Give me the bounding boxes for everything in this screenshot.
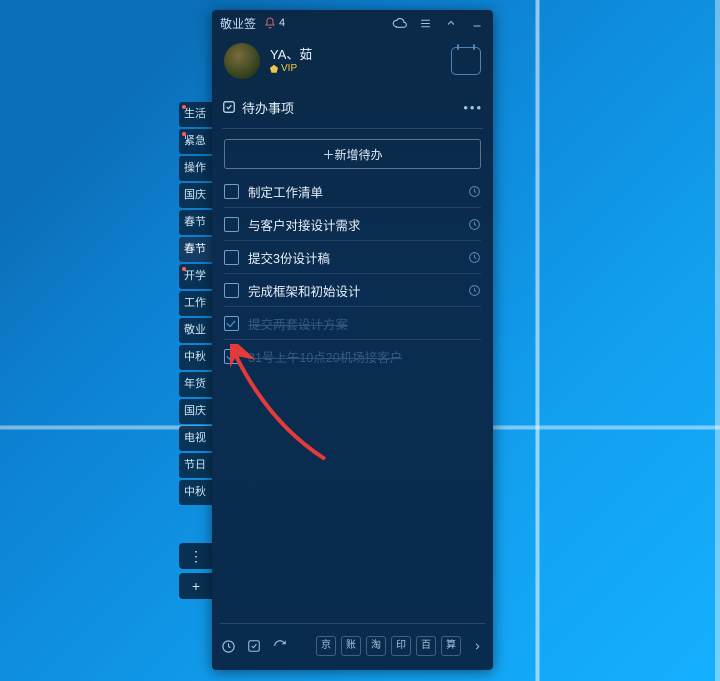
side-tab[interactable]: 中秋 [179, 345, 212, 370]
chevron-right-icon [472, 641, 483, 652]
side-tab[interactable]: 紧急 [179, 129, 212, 154]
side-tab[interactable]: 春节 [179, 237, 212, 262]
more-vertical-icon: ⋮ [189, 548, 203, 565]
side-tab[interactable]: 国庆 [179, 183, 212, 208]
side-tabs-more-button[interactable]: ⋮ [179, 543, 213, 569]
notification-count: 4 [279, 17, 285, 29]
side-tabs-add-button[interactable]: + [179, 573, 213, 599]
side-tab[interactable]: 敬业 [179, 318, 212, 343]
todo-reminder-button[interactable] [468, 218, 481, 231]
bottom-checkbox-button[interactable] [246, 638, 262, 654]
section-title: 待办事项 [242, 98, 463, 117]
avatar[interactable] [224, 43, 260, 79]
todo-row[interactable]: 提交3份设计稿 [224, 241, 481, 274]
side-tab[interactable]: 中秋 [179, 480, 212, 505]
bottom-clock-button[interactable] [220, 638, 236, 654]
bottom-toolbar: 京账淘印百算 [220, 623, 485, 664]
bottom-chip[interactable]: 京 [316, 636, 336, 656]
section-header: 待办事项 ••• [222, 92, 483, 129]
bell-icon [264, 17, 276, 29]
bottom-refresh-button[interactable] [272, 638, 288, 654]
todo-text: 提交3份设计稿 [248, 248, 468, 267]
minimize-button[interactable] [469, 15, 485, 31]
side-tab[interactable]: 操作 [179, 156, 212, 181]
user-row: YA、茹 VIP [212, 36, 493, 86]
todo-row[interactable]: 提交两套设计方案 [224, 307, 481, 340]
bottom-chip[interactable]: 百 [416, 636, 436, 656]
clock-icon [468, 284, 481, 297]
todo-reminder-button[interactable] [468, 284, 481, 297]
todo-checkbox[interactable] [224, 283, 239, 298]
clock-icon [468, 185, 481, 198]
checkbox-icon [247, 639, 261, 653]
collapse-up-button[interactable] [443, 15, 459, 31]
minimize-icon [471, 17, 483, 29]
refresh-icon [273, 639, 287, 653]
calendar-button[interactable] [451, 47, 481, 75]
add-todo-label: ＋新增待办 [322, 146, 382, 163]
app-panel: 敬业签 4 YA、茹 VIP [212, 10, 493, 670]
todo-checkbox[interactable] [224, 349, 239, 364]
notification-indicator[interactable]: 4 [264, 17, 285, 29]
bottom-chip[interactable]: 账 [341, 636, 361, 656]
add-todo-button[interactable]: ＋新增待办 [224, 139, 481, 169]
todo-text: 制定工作清单 [248, 182, 468, 201]
side-tab[interactable]: 国庆 [179, 399, 212, 424]
category-side-tabs: 生活紧急操作国庆春节春节开学工作敬业中秋年货国庆电视节日中秋 [179, 102, 212, 505]
clock-icon [221, 639, 236, 654]
todo-row[interactable]: 制定工作清单 [224, 175, 481, 208]
app-name: 敬业签 [220, 15, 256, 32]
todo-row[interactable]: 31号上午10点20机场接客户 [224, 340, 481, 372]
cloud-sync-button[interactable] [391, 15, 407, 31]
bottom-chip-row: 京账淘印百算 [316, 636, 461, 656]
side-tab[interactable]: 生活 [179, 102, 212, 127]
todo-checkbox[interactable] [224, 184, 239, 199]
username: YA、茹 [270, 47, 451, 63]
todo-row[interactable]: 与客户对接设计需求 [224, 208, 481, 241]
vip-badge: VIP [270, 63, 451, 75]
cloud-sync-icon [392, 16, 407, 31]
side-tab[interactable]: 电视 [179, 426, 212, 451]
todo-list: 制定工作清单与客户对接设计需求提交3份设计稿完成框架和初始设计提交两套设计方案 3… [212, 175, 493, 372]
clock-icon [468, 218, 481, 231]
hamburger-icon [419, 17, 432, 30]
todo-row[interactable]: 完成框架和初始设计 [224, 274, 481, 307]
todo-text: 完成框架和初始设计 [248, 281, 468, 300]
todo-checkbox[interactable] [224, 217, 239, 232]
clock-icon [468, 251, 481, 264]
todo-reminder-button[interactable] [468, 185, 481, 198]
side-tab[interactable]: 春节 [179, 210, 212, 235]
todo-checkbox[interactable] [224, 250, 239, 265]
bottom-chip[interactable]: 印 [391, 636, 411, 656]
side-tab[interactable]: 工作 [179, 291, 212, 316]
todo-text: 31号上午10点20机场接客户 [248, 347, 481, 366]
todo-check-icon [222, 100, 236, 114]
bottom-chevron-button[interactable] [469, 638, 485, 654]
desktop-wallpaper: 生活紧急操作国庆春节春节开学工作敬业中秋年货国庆电视节日中秋 ⋮ + 敬业签 4 [0, 0, 720, 681]
side-tab[interactable]: 节日 [179, 453, 212, 478]
titlebar: 敬业签 4 [212, 10, 493, 36]
section-more-button[interactable]: ••• [463, 100, 483, 115]
bottom-chip[interactable]: 淘 [366, 636, 386, 656]
todo-text: 与客户对接设计需求 [248, 215, 468, 234]
chevron-up-icon [445, 17, 457, 29]
side-tab[interactable]: 开学 [179, 264, 212, 289]
side-tab[interactable]: 年货 [179, 372, 212, 397]
todo-text: 提交两套设计方案 [248, 314, 481, 333]
todo-reminder-button[interactable] [468, 251, 481, 264]
bottom-chip[interactable]: 算 [441, 636, 461, 656]
hamburger-menu-button[interactable] [417, 15, 433, 31]
plus-icon: + [192, 578, 200, 594]
todo-checkbox[interactable] [224, 316, 239, 331]
